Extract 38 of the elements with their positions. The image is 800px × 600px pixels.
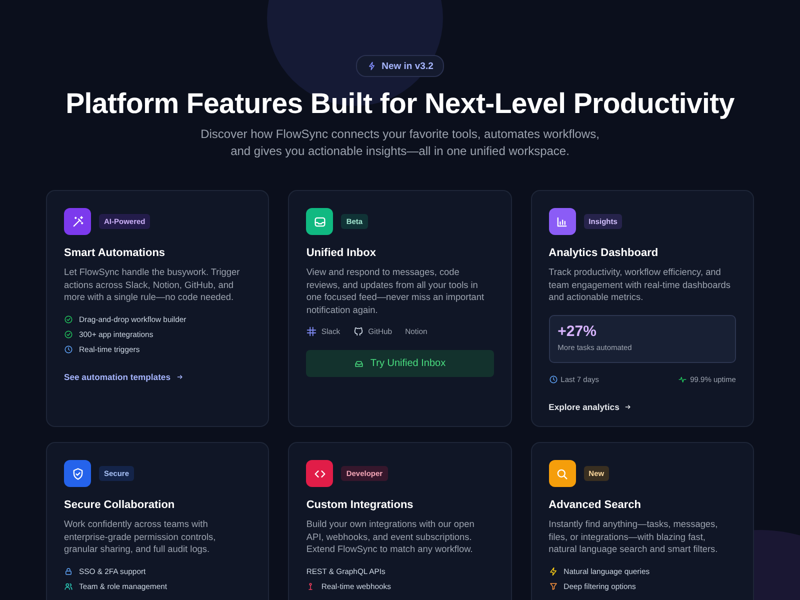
page-subtitle: Discover how FlowSync connects your favorite tools, automates workflows, and gives you actionable insights—all in one unified workspace. (200, 126, 600, 160)
hash-icon (306, 326, 318, 337)
card-title: Analytics Dashboard (548, 246, 658, 261)
search-icon (555, 466, 570, 480)
users-icon (64, 582, 73, 590)
card-link[interactable]: See automation templates (64, 372, 184, 382)
version-badge-text: New in v3.2 (382, 60, 434, 72)
card-title: Secure Collaboration (64, 498, 175, 513)
card-title: Smart Automations (64, 246, 166, 261)
check-circle-icon (64, 330, 73, 338)
card-description: Instantly find anything—tasks, messages, files, or integrations—with blazing fast, natural language search and smart filters. (548, 518, 719, 556)
stat-value: +27% (558, 322, 598, 340)
bar-chart-icon (555, 214, 570, 228)
arrow-right-icon (624, 402, 632, 410)
card-title: Unified Inbox (306, 246, 376, 261)
card-title: Custom Integrations (306, 498, 414, 513)
pulse-icon (678, 374, 688, 384)
clock-icon (64, 344, 73, 354)
card-description: Track productivity, workflow efficiency, and team engagement with real-time dashboards and actionable metrics. (548, 266, 732, 304)
card-description: Build your own integrations with our open API, webhooks, and event subscriptions. Extend FlowSync to match any workflow. (306, 518, 476, 556)
card-description: Work confidently across teams with enterprise-grade permission controls, granular sharing, and full audit logs. (64, 518, 217, 556)
lightning-icon (548, 566, 558, 576)
filter-icon (548, 582, 558, 590)
card-description: View and respond to messages, code reviews, and updates from all your tools in one focused feed—never miss an important notification again. (306, 266, 486, 316)
arrow-right-icon (176, 372, 184, 380)
card-description: Let FlowSync handle the busywork. Trigger actions across Slack, Notion, GitHub, and more with a single rule—no code needed. (64, 266, 241, 304)
cat-icon (353, 326, 364, 337)
try-inbox-button[interactable]: Try Unified Inbox (306, 350, 494, 377)
check-circle-icon (64, 314, 73, 324)
lock-icon (64, 566, 73, 576)
inbox-icon (354, 358, 364, 368)
shield-icon (70, 466, 84, 480)
card-link[interactable]: Explore analytics (548, 402, 632, 412)
wand-icon (70, 214, 84, 228)
inbox-icon (312, 214, 327, 228)
clock-icon (548, 374, 558, 384)
page-title: Platform Features Built for Next-Level Productivity (66, 87, 734, 122)
card-title: Advanced Search (548, 498, 641, 513)
